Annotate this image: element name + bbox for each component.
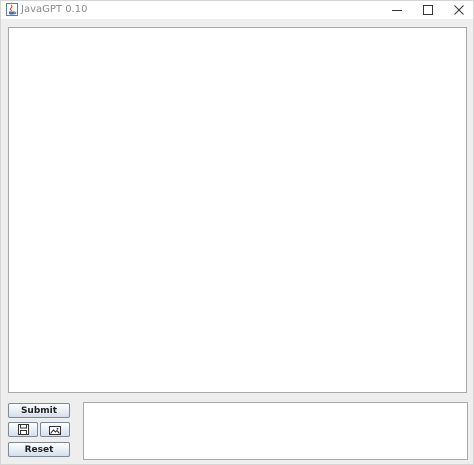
submit-button[interactable]: Submit (8, 403, 70, 418)
save-button[interactable] (8, 422, 38, 437)
reset-button[interactable]: Reset (8, 442, 70, 457)
image-icon (49, 425, 61, 435)
window-title: JavaGPT 0.10 (21, 4, 88, 15)
close-icon (454, 5, 464, 15)
minimize-button[interactable] (382, 1, 412, 19)
chat-output-area[interactable] (8, 27, 467, 393)
image-button[interactable] (40, 422, 70, 437)
close-button[interactable] (444, 1, 474, 19)
maximize-button[interactable] (413, 1, 443, 19)
floppy-disk-icon (17, 424, 29, 435)
minimize-icon (392, 10, 402, 11)
maximize-icon (423, 5, 433, 15)
prompt-input-area[interactable] (83, 402, 468, 460)
app-window: JavaGPT 0.10 Submit Reset (0, 0, 474, 465)
java-cup-icon (6, 3, 18, 16)
title-bar[interactable]: JavaGPT 0.10 (1, 1, 473, 19)
